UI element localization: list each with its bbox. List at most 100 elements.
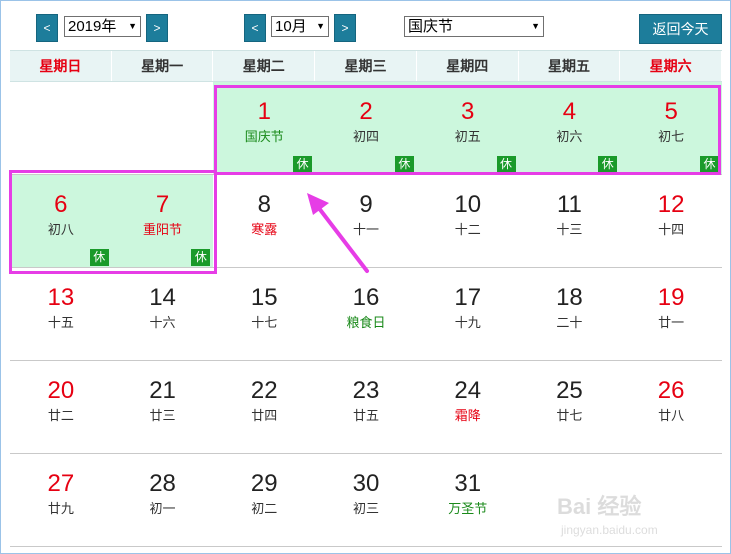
day-cell[interactable]: 11 十三: [519, 175, 621, 267]
day-cell[interactable]: 26 廿八: [620, 361, 722, 453]
chevron-down-icon: ▼: [128, 21, 137, 31]
lunar-date: 十六: [149, 315, 176, 330]
day-cell[interactable]: 10 十二: [417, 175, 519, 267]
day-cell[interactable]: 4 初六休: [518, 82, 621, 174]
day-cell[interactable]: 8 寒露: [213, 175, 315, 267]
day-number: 31: [454, 470, 482, 497]
day-number: 6: [54, 191, 68, 218]
lunar-date: 廿九: [47, 501, 74, 516]
day-number: 20: [47, 377, 75, 404]
day-cell[interactable]: 22 廿四: [213, 361, 315, 453]
rest-day-badge: 休: [598, 156, 618, 173]
day-number: 21: [149, 377, 176, 404]
day-cell[interactable]: 16 粮食日: [315, 268, 417, 360]
day-cell[interactable]: 1 国庆节休: [213, 82, 316, 174]
month-select[interactable]: 10月 ▼: [271, 16, 329, 37]
back-to-today-button[interactable]: 返回今天: [639, 14, 722, 44]
day-cell[interactable]: 13 十五: [10, 268, 112, 360]
day-cell[interactable]: 6 初八休: [10, 175, 112, 267]
day-cell[interactable]: 30 初三: [315, 454, 417, 546]
lunar-date: 十二: [454, 222, 481, 237]
day-cell[interactable]: 25 廿七: [519, 361, 621, 453]
prev-year-button[interactable]: <: [36, 14, 58, 42]
day-cell[interactable]: 3 初五休: [416, 82, 519, 174]
lunar-date: 廿八: [658, 408, 685, 423]
rest-day-badge: 休: [89, 249, 109, 266]
weekday-header: 星期日 星期一 星期二 星期三 星期四 星期五 星期六: [10, 50, 723, 82]
lunar-date: 十七: [251, 315, 278, 330]
day-cell[interactable]: 7 重阳节休: [111, 175, 214, 267]
day-cell[interactable]: 2 初四休: [315, 82, 417, 174]
day-cell[interactable]: 18 二十: [519, 268, 621, 360]
day-cell[interactable]: 17 十九: [417, 268, 519, 360]
lunar-date: 初七: [658, 129, 685, 144]
lunar-date: 廿五: [352, 408, 379, 423]
holiday-select[interactable]: 国庆节 ▼: [404, 16, 544, 37]
day-number: 30: [352, 470, 380, 497]
lunar-date: 廿三: [149, 408, 176, 423]
weekday-sun: 星期日: [10, 51, 112, 81]
lunar-date: 重阳节: [143, 222, 183, 237]
weekday-wed: 星期三: [315, 51, 417, 81]
day-cell[interactable]: 12 十四: [620, 175, 722, 267]
day-cell[interactable]: 19 廿一: [620, 268, 722, 360]
chevron-down-icon: ▼: [316, 21, 325, 31]
rest-day-badge: 休: [293, 156, 313, 173]
day-cell[interactable]: 27 廿九: [10, 454, 112, 546]
lunar-date: 初六: [556, 129, 583, 144]
day-number: 16: [352, 284, 380, 311]
day-cell[interactable]: 14 十六: [112, 268, 214, 360]
lunar-date: 廿七: [556, 408, 583, 423]
weekday-sat: 星期六: [620, 51, 723, 81]
day-cell[interactable]: 23 廿五: [315, 361, 417, 453]
day-cell[interactable]: 21 廿三: [112, 361, 214, 453]
lunar-date: 十四: [658, 222, 685, 237]
holiday-select-value: 国庆节: [408, 18, 454, 35]
rest-day-badge: 休: [191, 249, 211, 266]
year-select-value: 2019年: [68, 18, 117, 35]
day-cell[interactable]: 15 十七: [213, 268, 315, 360]
next-year-button[interactable]: >: [146, 14, 168, 42]
lunar-date: 十三: [556, 222, 583, 237]
lunar-date: 廿一: [658, 315, 685, 330]
day-cell[interactable]: 29 初二: [213, 454, 315, 546]
weekday-fri: 星期五: [519, 51, 621, 81]
lunar-date: 初八: [47, 222, 74, 237]
lunar-date: 初四: [352, 129, 379, 144]
lunar-date: 粮食日: [346, 315, 386, 330]
day-cell[interactable]: 20 廿二: [10, 361, 112, 453]
day-number: 17: [454, 284, 482, 311]
day-number: 3: [461, 98, 475, 125]
day-number: 19: [657, 284, 685, 311]
day-number: 13: [47, 284, 75, 311]
annotation-arrow: [307, 193, 369, 273]
day-number: 4: [562, 98, 577, 125]
calendar-week-row: 20 廿二 21 廿三 22 廿四 23 廿五 24 霜降 25 廿七 26 廿八: [10, 361, 722, 454]
calendar-week-row: 27 廿九 28 初一 29 初二 30 初三 31 万圣节: [10, 454, 722, 547]
day-cell[interactable]: 31 万圣节: [417, 454, 519, 546]
month-select-value: 10月: [275, 18, 307, 35]
day-number: 11: [556, 191, 582, 218]
day-cell[interactable]: 24 霜降: [417, 361, 519, 453]
lunar-date: 初五: [454, 129, 481, 144]
day-cell[interactable]: 5 初七休: [620, 82, 722, 174]
lunar-date: 二十: [556, 315, 583, 330]
lunar-date: 寒露: [251, 222, 278, 237]
day-number: 7: [155, 191, 170, 218]
chevron-down-icon: ▼: [531, 21, 540, 31]
prev-month-button[interactable]: <: [244, 14, 266, 42]
next-month-button[interactable]: >: [334, 14, 356, 42]
day-number: 5: [664, 98, 678, 125]
day-number: 2: [359, 98, 373, 125]
day-number: 29: [250, 470, 278, 497]
calendar-week-row: 13 十五 14 十六 15 十七 16 粮食日 17 十九 18 二十 19 廿一: [10, 268, 722, 361]
rest-day-badge: 休: [699, 156, 719, 173]
day-number: 15: [250, 284, 278, 311]
day-cell[interactable]: 28 初一: [112, 454, 214, 546]
day-number: 27: [47, 470, 75, 497]
day-number: 24: [454, 377, 482, 404]
weekday-mon: 星期一: [112, 51, 214, 81]
year-select[interactable]: 2019年 ▼: [64, 16, 141, 37]
calendar-grid: 1 国庆节休 2 初四休 3 初五休 4 初六休 5 初七休 6 初八休 7 重阳节休 8 寒露 9 十一 10 十二…: [10, 82, 722, 547]
lunar-date: 霜降: [454, 408, 481, 423]
